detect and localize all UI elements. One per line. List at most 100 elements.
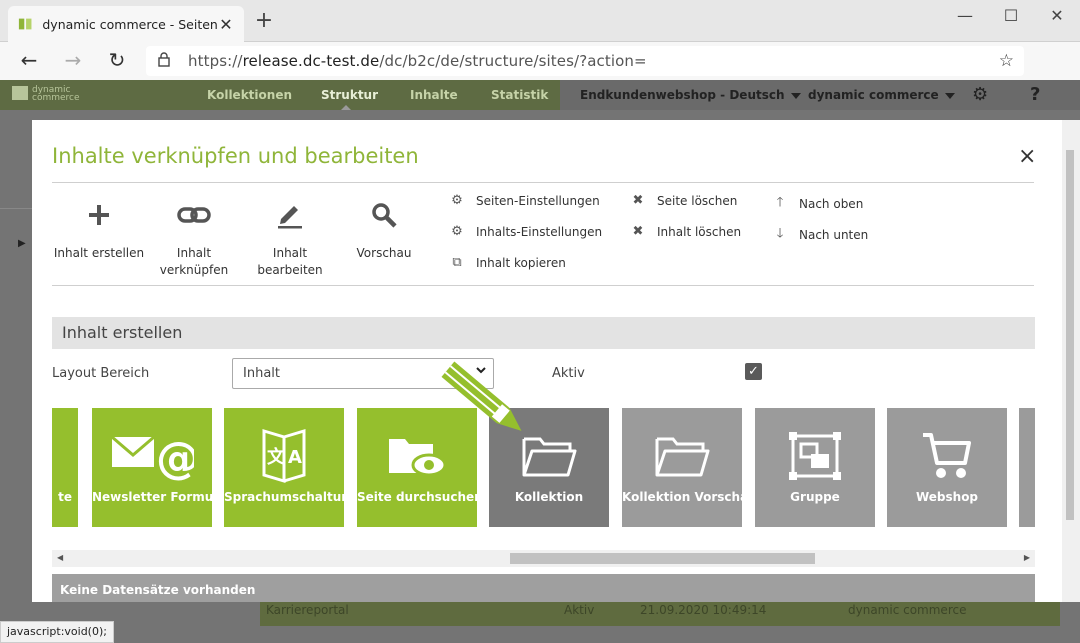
new-tab-icon[interactable]: + bbox=[252, 10, 276, 32]
tiles-scrollbar[interactable]: ◀ ▶ bbox=[52, 550, 1035, 567]
preview-button[interactable]: Vorschau bbox=[350, 198, 418, 262]
bg-row-name: Karriereportal bbox=[266, 603, 349, 617]
newsletter-form-tile[interactable]: @ Newsletter Formular bbox=[92, 408, 232, 527]
scroll-right-icon[interactable]: ▶ bbox=[1024, 553, 1030, 562]
dc-favicon-icon bbox=[18, 18, 32, 30]
page-scroll-thumb[interactable] bbox=[1066, 150, 1074, 520]
modal-close-icon[interactable]: × bbox=[1018, 144, 1036, 169]
copy-icon: ⧉ bbox=[452, 255, 462, 270]
delete-page-button[interactable]: ✖ Seite löschen bbox=[631, 193, 738, 208]
content-tile[interactable]: te bbox=[52, 408, 78, 527]
move-down-label: Nach unten bbox=[799, 228, 869, 242]
language-switch-tile[interactable]: 文A Sprachumschaltung bbox=[224, 408, 359, 527]
group-icon bbox=[755, 428, 875, 484]
favorite-star-icon[interactable]: ☆ bbox=[999, 51, 1014, 71]
group-tile[interactable]: Gruppe bbox=[755, 408, 875, 527]
reload-icon[interactable]: ↻ bbox=[102, 49, 132, 71]
gear-icon[interactable]: ⚙ bbox=[972, 84, 988, 105]
edit-content-label: Inhalt bearbeiten bbox=[257, 246, 323, 277]
maximize-icon[interactable]: ☐ bbox=[988, 6, 1034, 25]
background-table-row: Karriereportal Aktiv 21.09.2020 10:49:14… bbox=[260, 598, 1060, 626]
svg-text:@: @ bbox=[156, 433, 194, 481]
tab-close-icon[interactable]: ✕ bbox=[218, 15, 234, 34]
newsletter-icon: @ bbox=[92, 428, 212, 484]
content-modal: Inhalte verknüpfen und bearbeiten × Inha… bbox=[32, 120, 1062, 602]
copy-content-label: Inhalt kopieren bbox=[476, 255, 566, 270]
active-label: Aktiv bbox=[552, 366, 585, 381]
bg-row-status: Aktiv bbox=[564, 603, 595, 617]
tile-label: Newsletter Formular bbox=[92, 490, 232, 504]
content-type-tiles: te @ Newsletter Formular 文A Sprachumscha… bbox=[52, 408, 1035, 527]
minimize-icon[interactable]: — bbox=[942, 6, 988, 25]
edit-content-button[interactable]: Inhalt bearbeiten bbox=[240, 198, 340, 279]
app-header: dynamic commerce Kollektionen Struktur In… bbox=[0, 80, 1080, 110]
shop-select[interactable]: Endkundenwebshop - Deutsch bbox=[580, 88, 801, 102]
address-bar-row: ← → ↻ https://release.dc-test.de/dc/b2c/… bbox=[0, 42, 1080, 111]
scroll-thumb[interactable] bbox=[510, 553, 815, 564]
chevron-down-icon bbox=[790, 92, 801, 99]
create-content-button[interactable]: Inhalt erstellen bbox=[52, 198, 146, 262]
cart-icon bbox=[887, 428, 1007, 484]
content-settings-button[interactable]: ⚙ Inhalts-Einstellungen bbox=[450, 224, 602, 239]
tile-label: Webshop bbox=[915, 490, 979, 504]
app-logo[interactable]: dynamic commerce bbox=[12, 86, 80, 103]
tile-label: Sprachumschaltung bbox=[224, 490, 359, 504]
page-settings-label: Seiten-Einstellungen bbox=[476, 193, 600, 208]
url-text: https://release.dc-test.de/dc/b2c/de/str… bbox=[188, 52, 647, 70]
lock-icon bbox=[158, 51, 178, 71]
gear-icon: ⚙ bbox=[451, 224, 463, 239]
tab-title: dynamic commerce - Seiten bbox=[42, 16, 218, 32]
url-field[interactable]: https://release.dc-test.de/dc/b2c/de/str… bbox=[146, 46, 1024, 76]
tile-label: Seite durchsuchen bbox=[357, 490, 483, 504]
nav-statistik[interactable]: Statistik bbox=[491, 88, 548, 102]
section-heading: Inhalt erstellen bbox=[52, 317, 1035, 349]
background-divider bbox=[0, 208, 32, 209]
move-up-button[interactable]: 🡑 Nach oben bbox=[773, 193, 864, 215]
delete-content-button[interactable]: ✖ Inhalt löschen bbox=[631, 224, 742, 239]
collection-preview-tile[interactable]: Kollektion Vorschau bbox=[622, 408, 757, 527]
svg-text:文: 文 bbox=[267, 446, 286, 468]
layout-area-label: Layout Bereich bbox=[52, 366, 150, 381]
nav-inhalte[interactable]: Inhalte bbox=[410, 88, 458, 102]
webshop-tile[interactable]: Webshop bbox=[887, 408, 1007, 527]
search-icon bbox=[350, 198, 418, 232]
back-icon[interactable]: ← bbox=[14, 49, 44, 71]
bg-row-owner: dynamic commerce bbox=[848, 603, 967, 617]
arrow-up-icon: 🡑 bbox=[776, 195, 784, 210]
forward-icon[interactable]: → bbox=[58, 49, 88, 71]
svg-text:A: A bbox=[288, 447, 302, 468]
gear-icon: ⚙ bbox=[451, 193, 463, 208]
active-checkbox[interactable]: ✓ bbox=[745, 363, 762, 380]
browser-tab[interactable]: dynamic commerce - Seiten ✕ bbox=[8, 6, 244, 42]
folder-icon bbox=[622, 428, 742, 484]
link-content-button[interactable]: Inhalt verknüpfen bbox=[152, 198, 236, 279]
page-scrollbar[interactable] bbox=[1062, 120, 1080, 602]
help-icon[interactable]: ? bbox=[1030, 84, 1040, 105]
content-tile-partial[interactable] bbox=[1019, 408, 1035, 527]
close-icon: ✖ bbox=[632, 193, 644, 208]
status-bar: javascript:void(0); bbox=[0, 621, 114, 643]
move-down-button[interactable]: 🡓 Nach unten bbox=[773, 224, 869, 246]
empty-records-message: Keine Datensätze vorhanden bbox=[52, 574, 1035, 602]
pointer-pencil-icon bbox=[441, 361, 522, 431]
nav-kollektionen[interactable]: Kollektionen bbox=[207, 88, 292, 102]
page-settings-button[interactable]: ⚙ Seiten-Einstellungen bbox=[450, 193, 600, 208]
pencil-icon bbox=[240, 198, 340, 232]
modal-title: Inhalte verknüpfen und bearbeiten bbox=[52, 144, 419, 168]
tile-label: te bbox=[58, 490, 72, 504]
plus-icon bbox=[52, 198, 146, 232]
delete-page-label: Seite löschen bbox=[657, 193, 738, 208]
chevron-down-icon bbox=[944, 92, 955, 99]
browser-tab-bar: dynamic commerce - Seiten ✕ + — ☐ ✕ bbox=[0, 0, 1080, 42]
nav-struktur[interactable]: Struktur bbox=[321, 88, 378, 102]
expand-arrow-icon: ▶ bbox=[18, 238, 26, 249]
company-select[interactable]: dynamic commerce bbox=[808, 88, 955, 102]
create-content-label: Inhalt erstellen bbox=[53, 246, 145, 260]
link-content-label: Inhalt verknüpfen bbox=[159, 246, 229, 277]
scroll-left-icon[interactable]: ◀ bbox=[57, 553, 63, 562]
tile-label: Kollektion bbox=[514, 490, 584, 504]
window-close-icon[interactable]: ✕ bbox=[1034, 6, 1080, 25]
close-icon: ✖ bbox=[632, 224, 644, 239]
copy-content-button[interactable]: ⧉ Inhalt kopieren bbox=[450, 255, 566, 270]
tile-label: Kollektion Vorschau bbox=[622, 490, 757, 504]
